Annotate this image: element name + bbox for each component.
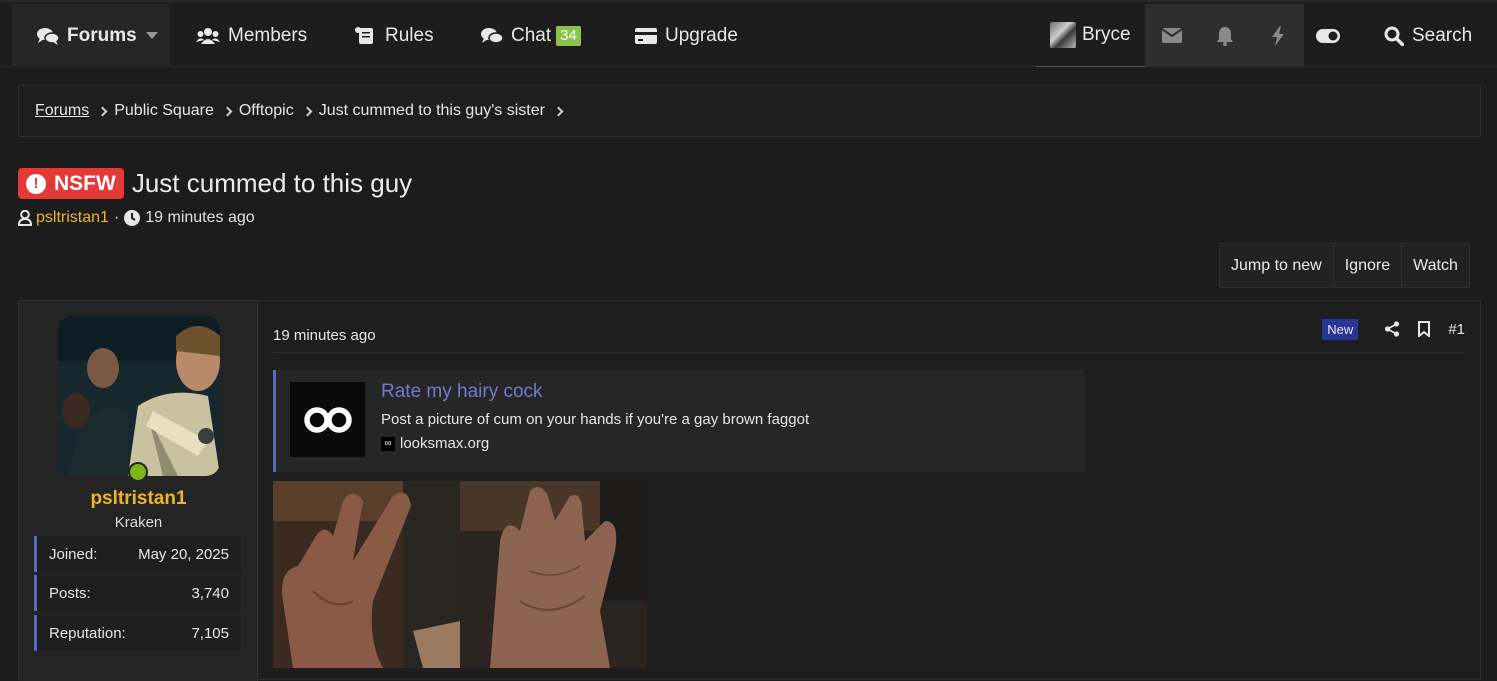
search-icon bbox=[1384, 26, 1404, 46]
style-toggle-button[interactable] bbox=[1304, 4, 1360, 67]
nav-chat-label: Chat bbox=[511, 24, 552, 46]
embed-site-name: looksmax.org bbox=[400, 435, 490, 452]
top-navigation: Forums Members Rules Chat 34 Upgrade Bry… bbox=[0, 0, 1497, 67]
embed-description: Post a picture of cum on your hands if y… bbox=[381, 411, 810, 428]
chevron-right-icon bbox=[222, 106, 233, 116]
post-username[interactable]: psltristan1 bbox=[19, 488, 258, 510]
breadcrumb-item[interactable]: Offtopic bbox=[239, 102, 294, 120]
toggle-icon bbox=[1316, 28, 1340, 43]
nav-forums[interactable]: Forums bbox=[12, 4, 170, 67]
envelope-icon bbox=[1161, 28, 1182, 43]
nav-upgrade-label: Upgrade bbox=[665, 24, 738, 46]
credit-card-icon bbox=[635, 27, 657, 44]
nav-user-menu[interactable]: Bryce bbox=[1036, 4, 1145, 67]
online-status-indicator bbox=[128, 462, 148, 482]
nav-rules-label: Rules bbox=[385, 24, 434, 46]
nsfw-label: NSFW bbox=[54, 171, 116, 195]
breadcrumb-item[interactable]: Public Square bbox=[114, 102, 214, 120]
attached-image[interactable] bbox=[273, 481, 460, 668]
stat-joined: Joined: May 20, 2025 bbox=[34, 536, 241, 572]
meta-separator: · bbox=[113, 209, 120, 226]
ignore-button[interactable]: Ignore bbox=[1334, 244, 1403, 287]
bookmark-icon[interactable] bbox=[1418, 321, 1431, 337]
thread-meta: psltristan1 · 19 minutes ago bbox=[18, 209, 255, 227]
new-badge: New bbox=[1322, 318, 1359, 340]
jump-to-new-button[interactable]: Jump to new bbox=[1220, 244, 1334, 287]
post-user-panel: psltristan1 Kraken Joined: May 20, 2025 … bbox=[19, 301, 258, 681]
infinity-icon: ∞ bbox=[381, 436, 395, 451]
link-unfurl-embed[interactable]: Rate my hairy cock Post a picture of cum… bbox=[273, 370, 1085, 472]
chat-icon bbox=[481, 27, 503, 44]
nav-user-label: Bryce bbox=[1082, 24, 1131, 45]
stat-value: May 20, 2025 bbox=[138, 545, 229, 563]
post-header-actions: New #1 bbox=[1322, 318, 1465, 340]
thread-author-link[interactable]: psltristan1 bbox=[36, 209, 109, 227]
clock-icon bbox=[124, 210, 141, 226]
breadcrumb: Forums Public Square Offtopic Just cumme… bbox=[18, 85, 1481, 137]
chat-count-badge: 34 bbox=[556, 25, 581, 46]
chevron-right-icon bbox=[97, 106, 108, 116]
nav-upgrade[interactable]: Upgrade bbox=[635, 4, 738, 67]
nav-forums-label: Forums bbox=[67, 24, 137, 46]
nav-members[interactable]: Members bbox=[196, 4, 307, 67]
watch-button[interactable]: Watch bbox=[1402, 244, 1469, 287]
whats-new-button[interactable] bbox=[1251, 4, 1304, 67]
nav-chat[interactable]: Chat 34 bbox=[481, 4, 581, 67]
embed-site: ∞ looksmax.org bbox=[381, 435, 489, 452]
attached-image[interactable] bbox=[460, 481, 647, 668]
avatar-image bbox=[58, 316, 220, 476]
stat-label: Joined: bbox=[49, 545, 98, 563]
avatar[interactable] bbox=[58, 316, 220, 476]
stat-label: Posts: bbox=[49, 584, 91, 602]
chevron-right-icon bbox=[553, 106, 564, 116]
thread-time[interactable]: 19 minutes ago bbox=[145, 209, 254, 227]
user-avatar-mini bbox=[1050, 22, 1076, 48]
alerts-button[interactable] bbox=[1198, 4, 1251, 67]
bolt-icon bbox=[1271, 25, 1284, 46]
post-header: 19 minutes ago New #1 bbox=[273, 318, 1465, 353]
inbox-button[interactable] bbox=[1145, 4, 1198, 67]
post-number-link[interactable]: #1 bbox=[1448, 321, 1465, 338]
thread-header: ! NSFW Just cummed to this guy bbox=[18, 168, 412, 199]
comments-icon bbox=[37, 27, 59, 45]
users-icon bbox=[196, 27, 220, 44]
post: psltristan1 Kraken Joined: May 20, 2025 … bbox=[18, 300, 1481, 681]
nav-search-label: Search bbox=[1412, 24, 1473, 46]
chevron-right-icon bbox=[302, 106, 313, 116]
bell-icon bbox=[1216, 26, 1233, 46]
breadcrumb-item[interactable]: Just cummed to this guy's sister bbox=[319, 102, 545, 120]
share-icon[interactable] bbox=[1384, 321, 1400, 337]
stat-value: 7,105 bbox=[191, 624, 229, 642]
thread-actions: Jump to new Ignore Watch bbox=[1219, 243, 1470, 288]
user-icon bbox=[18, 210, 32, 226]
exclamation-icon: ! bbox=[26, 173, 46, 194]
page-title: Just cummed to this guy bbox=[131, 168, 413, 198]
post-timestamp[interactable]: 19 minutes ago bbox=[273, 327, 376, 344]
stat-value: 3,740 bbox=[191, 584, 229, 602]
nav-rules[interactable]: Rules bbox=[355, 4, 434, 67]
nav-members-label: Members bbox=[228, 24, 308, 46]
site-logo-icon bbox=[290, 382, 365, 457]
breadcrumb-item[interactable]: Forums bbox=[35, 102, 89, 120]
nsfw-prefix-badge[interactable]: ! NSFW bbox=[18, 168, 124, 199]
stat-label: Reputation: bbox=[49, 624, 126, 642]
embed-title-link[interactable]: Rate my hairy cock bbox=[381, 381, 543, 403]
nav-search[interactable]: Search bbox=[1384, 4, 1472, 67]
chevron-down-icon[interactable] bbox=[146, 32, 158, 39]
scroll-icon bbox=[355, 26, 373, 44]
nav-icon-group bbox=[1145, 4, 1304, 67]
stat-posts: Posts: 3,740 bbox=[34, 575, 241, 611]
user-title: Kraken bbox=[114, 514, 163, 531]
stat-reputation: Reputation: 7,105 bbox=[34, 615, 241, 651]
